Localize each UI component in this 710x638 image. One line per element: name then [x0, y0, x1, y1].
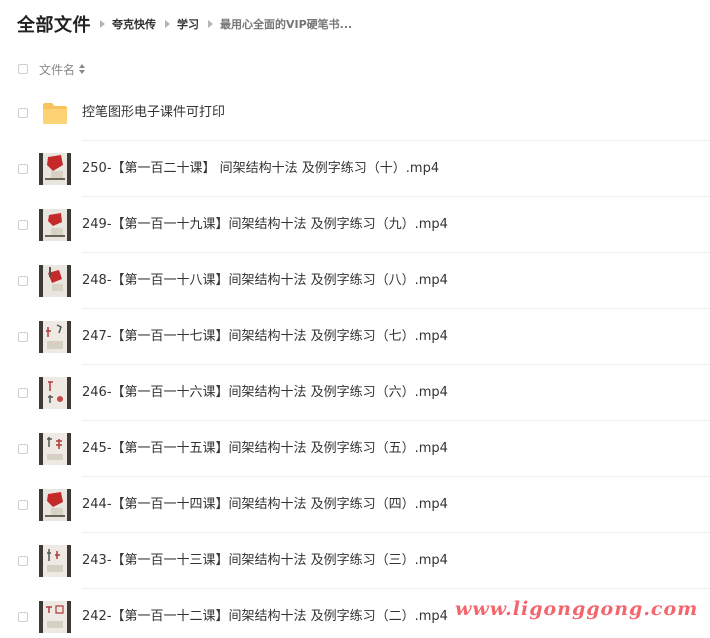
folder-icon — [43, 103, 67, 124]
file-row-video[interactable]: 250-【第一百二十课】 间架结构十法 及例字练习（十）.mp4 — [0, 141, 710, 197]
select-all-checkbox[interactable] — [18, 64, 28, 74]
video-thumbnail — [39, 321, 71, 353]
file-name[interactable]: 248-【第一百一十八课】间架结构十法 及例字练习（八）.mp4 — [82, 253, 448, 309]
video-thumbnail — [39, 265, 71, 297]
file-name[interactable]: 243-【第一百一十三课】间架结构十法 及例字练习（三）.mp4 — [82, 533, 448, 589]
breadcrumb-separator-icon — [100, 20, 105, 28]
video-thumbnail — [39, 489, 71, 521]
watermark-text: www.ligonggong.com — [455, 598, 699, 620]
row-checkbox[interactable] — [18, 388, 28, 398]
breadcrumb-separator-icon — [165, 20, 170, 28]
row-checkbox[interactable] — [18, 500, 28, 510]
row-checkbox[interactable] — [18, 108, 28, 118]
file-row-video[interactable]: 244-【第一百一十四课】间架结构十法 及例字练习（四）.mp4 — [0, 477, 710, 533]
file-row-video[interactable]: 248-【第一百一十八课】间架结构十法 及例字练习（八）.mp4 — [0, 253, 710, 309]
file-name[interactable]: 244-【第一百一十四课】间架结构十法 及例字练习（四）.mp4 — [82, 477, 448, 533]
file-row-video[interactable]: 249-【第一百一十九课】间架结构十法 及例字练习（九）.mp4 — [0, 197, 710, 253]
file-name[interactable]: 250-【第一百二十课】 间架结构十法 及例字练习（十）.mp4 — [82, 141, 439, 197]
file-row-video[interactable]: 243-【第一百一十三课】间架结构十法 及例字练习（三）.mp4 — [0, 533, 710, 589]
file-name[interactable]: 245-【第一百一十五课】间架结构十法 及例字练习（五）.mp4 — [82, 421, 448, 477]
row-checkbox[interactable] — [18, 556, 28, 566]
breadcrumb-item-kuake-transfer[interactable]: 夸克快传 — [112, 16, 156, 32]
file-name[interactable]: 242-【第一百一十二课】间架结构十法 及例字练习（二）.mp4 — [82, 589, 448, 638]
file-name[interactable]: 247-【第一百一十七课】间架结构十法 及例字练习（七）.mp4 — [82, 309, 448, 365]
video-thumbnail — [39, 153, 71, 185]
row-checkbox[interactable] — [18, 332, 28, 342]
sort-icon[interactable] — [79, 64, 86, 74]
file-row-video[interactable]: 246-【第一百一十六课】间架结构十法 及例字练习（六）.mp4 — [0, 365, 710, 421]
name-column-label: 文件名 — [39, 62, 76, 77]
file-row-video[interactable]: 245-【第一百一十五课】间架结构十法 及例字练习（五）.mp4 — [0, 421, 710, 477]
file-row-video[interactable]: 247-【第一百一十七课】间架结构十法 及例字练习（七）.mp4 — [0, 309, 710, 365]
list-header: 文件名 — [0, 58, 710, 80]
row-checkbox[interactable] — [18, 444, 28, 454]
video-thumbnail — [39, 545, 71, 577]
file-browser: 全部文件 夸克快传 学习 最用心全面的VIP硬笔书... 文件名 控笔图形电子课… — [0, 0, 710, 638]
video-thumbnail — [39, 601, 71, 633]
file-name[interactable]: 控笔图形电子课件可打印 — [82, 85, 225, 141]
file-name[interactable]: 249-【第一百一十九课】间架结构十法 及例字练习（九）.mp4 — [82, 197, 448, 253]
row-checkbox[interactable] — [18, 612, 28, 622]
file-list: 控笔图形电子课件可打印 250-【第一百二十课】 间架结构十法 及例字练习（十）… — [0, 85, 710, 638]
breadcrumb-item-study[interactable]: 学习 — [177, 16, 199, 32]
breadcrumb-separator-icon — [208, 20, 213, 28]
video-thumbnail — [39, 209, 71, 241]
row-checkbox[interactable] — [18, 220, 28, 230]
file-row-folder[interactable]: 控笔图形电子课件可打印 — [0, 85, 710, 141]
breadcrumb-item-current-folder: 最用心全面的VIP硬笔书... — [220, 18, 353, 31]
video-thumbnail — [39, 377, 71, 409]
file-name[interactable]: 246-【第一百一十六课】间架结构十法 及例字练习（六）.mp4 — [82, 365, 448, 421]
row-checkbox[interactable] — [18, 164, 28, 174]
name-column-header[interactable]: 文件名 — [39, 61, 86, 78]
breadcrumb: 全部文件 夸克快传 学习 最用心全面的VIP硬笔书... — [17, 10, 352, 38]
video-thumbnail — [39, 433, 71, 465]
breadcrumb-root[interactable]: 全部文件 — [17, 11, 91, 37]
row-checkbox[interactable] — [18, 276, 28, 286]
